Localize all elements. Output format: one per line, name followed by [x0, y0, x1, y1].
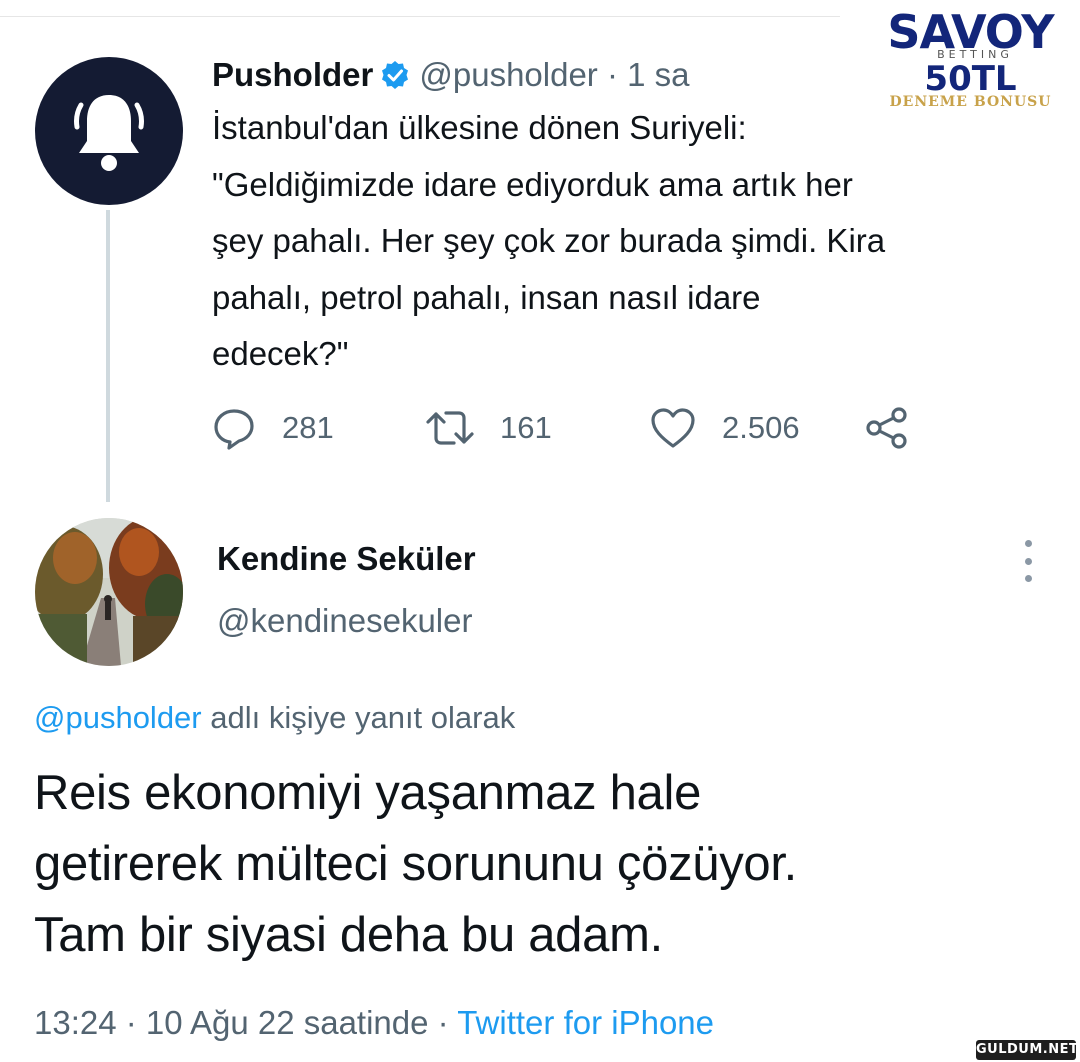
- reply-to-suffix: adlı kişiye yanıt olarak: [201, 700, 516, 735]
- reply-context: @pusholder adlı kişiye yanıt olarak: [34, 700, 515, 736]
- bell-icon: [74, 95, 144, 171]
- more-options-icon[interactable]: [1020, 540, 1036, 582]
- reply-datetime[interactable]: 13:24 · 10 Ağu 22 saatinde ·: [34, 1004, 457, 1041]
- ad-amount: 50TL: [924, 59, 1017, 99]
- reply-text: Reis ekonomiyi yaşanmaz hale getirerek m…: [34, 766, 797, 962]
- avatar-photo: [35, 518, 183, 666]
- share-icon: [866, 407, 907, 449]
- site-watermark: GULDUM.NET: [976, 1040, 1078, 1060]
- top-divider: [0, 16, 840, 17]
- reply-icon: [214, 409, 254, 450]
- more-dot: [1024, 557, 1032, 565]
- reply-source[interactable]: Twitter for iPhone: [457, 1004, 714, 1041]
- tweet-actions: 281 161 2.506: [212, 405, 932, 451]
- reply-to-mention[interactable]: @pusholder: [34, 700, 202, 735]
- tweet-text: İstanbul'dan ülkesine dönen Suriyeli: "G…: [212, 109, 886, 372]
- reply-action[interactable]: 281: [212, 405, 334, 451]
- tweet-time[interactable]: · 1 sa: [598, 56, 690, 94]
- more-dot: [1024, 540, 1032, 547]
- share-action[interactable]: [864, 405, 936, 451]
- reply-count: 281: [282, 410, 334, 445]
- retweet-count: 161: [500, 410, 552, 445]
- pusholder-avatar[interactable]: [35, 57, 183, 205]
- reply-author-name[interactable]: Kendine Seküler: [217, 540, 476, 578]
- like-action[interactable]: 2.506: [650, 405, 800, 451]
- retweet-icon: [426, 411, 474, 445]
- verified-badge-icon: [379, 59, 411, 91]
- like-count: 2.506: [722, 410, 800, 445]
- tweet-author-handle[interactable]: @pusholder: [419, 56, 597, 94]
- heart-icon: [651, 408, 695, 448]
- reply-author-handle[interactable]: @kendinesekuler: [217, 602, 472, 640]
- retweet-action[interactable]: 161: [426, 405, 552, 451]
- tweet-author-name[interactable]: Pusholder: [212, 56, 373, 94]
- reply-meta: 13:24 · 10 Ağu 22 saatinde · Twitter for…: [34, 1004, 714, 1042]
- tweet-header: Pusholder @pusholder · 1 sa: [212, 52, 690, 98]
- kendinesekuler-avatar[interactable]: [35, 518, 183, 666]
- more-dot: [1024, 575, 1032, 582]
- thread-connector: [106, 210, 110, 502]
